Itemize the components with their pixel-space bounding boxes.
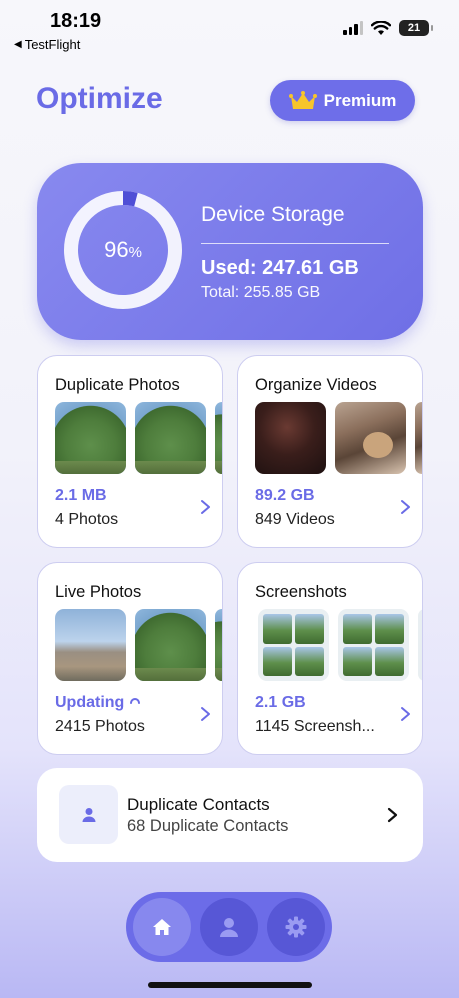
premium-label: Premium <box>323 90 397 110</box>
tile-status-label: Updating <box>55 694 125 711</box>
video-thumbnail <box>415 402 422 474</box>
person-icon <box>220 918 238 937</box>
organize-videos-tile[interactable]: Organize Videos 89.2 GB 849 Videos <box>237 355 423 548</box>
status-time: 18:19 <box>50 10 102 32</box>
live-photos-tile[interactable]: Live Photos Updating 2415 Photos <box>37 562 223 755</box>
home-indicator <box>148 982 312 988</box>
thumbnail-strip <box>55 402 222 474</box>
back-triangle-icon: ◀ <box>14 39 22 50</box>
cellular-signal-icon <box>343 21 363 35</box>
page-title: Optimize <box>36 82 163 115</box>
status-indicators: 21 <box>343 20 433 36</box>
tile-title: Screenshots <box>255 583 347 601</box>
photo-thumbnail <box>55 402 126 474</box>
duplicate-contacts-card[interactable]: Duplicate Contacts 68 Duplicate Contacts <box>37 768 423 862</box>
photo-thumbnail <box>135 402 206 474</box>
tab-settings[interactable] <box>267 898 325 956</box>
crown-icon <box>288 90 317 109</box>
storage-total: Total: 255.85 GB <box>201 284 321 301</box>
person-icon <box>82 807 95 822</box>
battery-level: 21 <box>407 22 421 34</box>
screenshots-tile[interactable]: Screenshots 2.1 GB 1145 Screensh... <box>237 562 423 755</box>
contacts-subtitle: 68 Duplicate Contacts <box>127 817 289 835</box>
storage-percent-value: 96 <box>104 237 129 262</box>
contacts-icon-box <box>59 785 118 844</box>
tile-title: Live Photos <box>55 583 142 601</box>
chevron-right-icon <box>387 807 398 823</box>
chevron-right-icon <box>201 707 210 721</box>
thumbnail-strip <box>55 609 222 681</box>
premium-button[interactable]: Premium <box>270 80 415 121</box>
photo-thumbnail <box>215 402 222 474</box>
back-app-label: TestFlight <box>24 37 81 52</box>
tile-title: Organize Videos <box>255 376 377 394</box>
contacts-title: Duplicate Contacts <box>127 795 270 814</box>
photo-thumbnail <box>55 609 126 681</box>
tab-contacts[interactable] <box>200 898 258 956</box>
gear-icon <box>285 916 307 938</box>
chevron-right-icon <box>401 707 410 721</box>
storage-used: Used: 247.61 GB <box>201 257 359 279</box>
tile-count: 4 Photos <box>55 511 119 528</box>
chevron-right-icon <box>401 500 410 514</box>
chevron-right-icon <box>201 500 210 514</box>
home-icon <box>153 919 171 935</box>
back-to-app-link[interactable]: ◀ TestFlight <box>14 37 80 52</box>
tile-size: 2.1 GB <box>255 694 306 711</box>
loading-spinner-icon <box>130 698 141 704</box>
tab-home[interactable] <box>133 898 191 956</box>
storage-title: Device Storage <box>201 203 345 226</box>
device-storage-card[interactable]: 96% Device Storage Used: 247.61 GB Total… <box>37 163 423 340</box>
photo-thumbnail <box>135 609 206 681</box>
screenshot-thumbnail <box>258 609 329 681</box>
duplicate-photos-tile[interactable]: Duplicate Photos 2.1 MB 4 Photos <box>37 355 223 548</box>
tile-count: 849 Videos <box>255 511 335 528</box>
video-thumbnail <box>255 402 326 474</box>
screenshot-thumbnail <box>418 609 422 681</box>
photo-thumbnail <box>215 609 222 681</box>
tab-bar <box>126 892 332 962</box>
storage-percent-sign: % <box>128 243 142 261</box>
storage-divider <box>201 243 389 244</box>
thumbnail-strip <box>258 609 422 681</box>
tile-title: Duplicate Photos <box>55 376 180 394</box>
video-thumbnail <box>335 402 406 474</box>
tile-count: 2415 Photos <box>55 718 145 735</box>
wifi-icon <box>371 20 391 35</box>
storage-percent: 96% <box>62 189 184 311</box>
tile-size: 2.1 MB <box>55 487 107 504</box>
tile-size: 89.2 GB <box>255 487 315 504</box>
battery-icon: 21 <box>399 20 433 36</box>
tile-status: Updating <box>55 694 141 712</box>
screenshot-thumbnail <box>338 609 409 681</box>
tile-count: 1145 Screensh... <box>255 718 375 735</box>
thumbnail-strip <box>255 402 422 474</box>
